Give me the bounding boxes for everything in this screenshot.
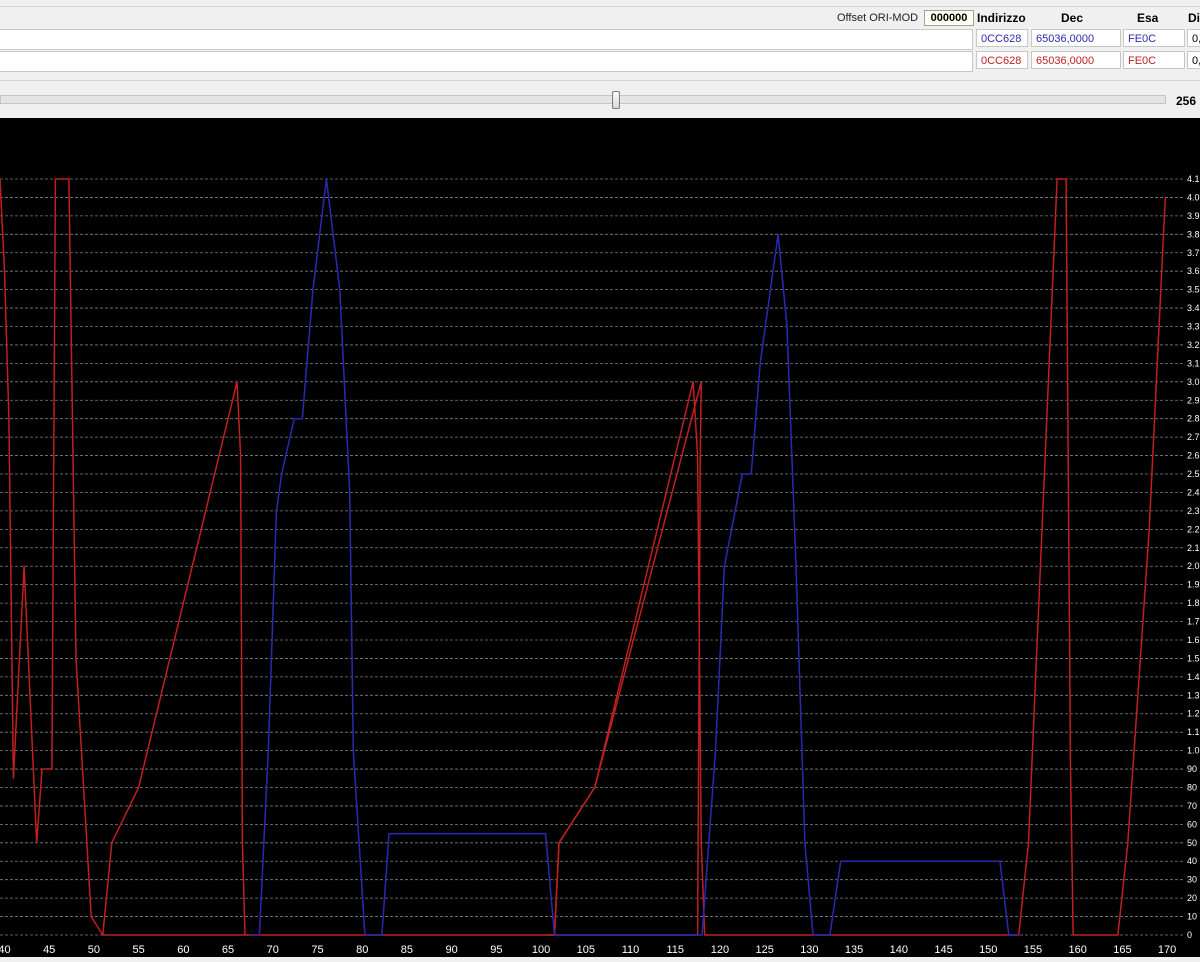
map-row-mod[interactable] [0,51,973,72]
graph-panel[interactable]: 0 10 20 30 40 50 60 70 80 90 1.0 1.1 1.2 1.3 1.4 1.5 1.6… [0,118,1200,957]
x-tick-label: 55 [132,944,144,956]
y-tick-label: 40 [1187,856,1197,866]
y-tick-label: 1.8 [1187,598,1200,608]
y-tick-label: 1.7 [1187,617,1200,627]
y-tick-label: 1.3 [1187,690,1200,700]
y-tick-label: 2.4 [1187,487,1200,497]
y-tick-label: 1.5 [1187,653,1200,663]
y-tick-label: 3.2 [1187,340,1200,350]
y-tick-label: 10 [1187,912,1197,922]
y-tick-label: 2.2 [1187,524,1200,534]
x-tick-label: 85 [401,944,413,956]
top-panel: Offset ORI-MOD 000000 Indirizzo Dec Esa … [0,0,1200,118]
x-tick-label: 80 [356,944,368,956]
y-tick-label: 3.9 [1187,211,1200,221]
y-tick-label: 2.5 [1187,469,1200,479]
y-tick-label: 70 [1187,801,1197,811]
y-tick-label: 3.1 [1187,358,1200,368]
x-tick-label: 95 [490,944,502,956]
y-tick-label: 3.3 [1187,322,1200,332]
y-tick-label: 3.8 [1187,229,1200,239]
y-tick-label: 3.0 [1187,377,1200,387]
x-tick-label: 60 [177,944,189,956]
y-tick-label: 2.7 [1187,432,1200,442]
y-tick-label: 0 [1187,930,1192,940]
zoom-slider-thumb[interactable] [612,91,620,109]
x-tick-label: 90 [446,944,458,956]
y-tick-label: 3.5 [1187,285,1200,295]
y-tick-label: 1.1 [1187,727,1200,737]
y-tick-label: 2.0 [1187,561,1200,571]
x-tick-label: 45 [43,944,55,956]
y-tick-label: 2.3 [1187,506,1200,516]
zoom-value: 256 [1176,94,1197,108]
hex-cell[interactable]: FE0C [1123,51,1185,69]
y-tick-label: 2.9 [1187,395,1200,405]
y-tick-label: 1.0 [1187,746,1200,756]
x-tick-label: 155 [1024,944,1042,956]
y-tick-label: 1.2 [1187,709,1200,719]
x-tick-label: 100 [532,944,550,956]
y-tick-label: 3.4 [1187,303,1200,313]
y-tick-label: 50 [1187,838,1197,848]
y-tick-label: 60 [1187,819,1197,829]
x-tick-label: 135 [845,944,863,956]
x-tick-label: 160 [1068,944,1086,956]
x-tick-label: 140 [890,944,908,956]
y-tick-label: 4.0 [1187,192,1200,202]
x-tick-label: 70 [267,944,279,956]
x-tick-label: 105 [577,944,595,956]
y-tick-label: 1.4 [1187,672,1200,682]
x-tick-label: 65 [222,944,234,956]
divider [0,6,1200,7]
diff-cell[interactable]: 0, [1187,51,1200,69]
diff-cell[interactable]: 0, [1187,29,1200,47]
map-row-ori[interactable] [0,29,973,50]
offset-label: Offset ORI-MOD [837,12,919,24]
y-tick-label: 30 [1187,875,1197,885]
column-header-diff: Di [1188,11,1200,25]
x-tick-label: 130 [800,944,818,956]
y-tick-label: 90 [1187,764,1197,774]
x-tick-label: 110 [622,944,640,956]
y-tick-label: 2.8 [1187,414,1200,424]
line-chart: 0 10 20 30 40 50 60 70 80 90 1.0 1.1 1.2 1.3 1.4 1.5 1.6… [0,174,1200,956]
x-tick-label: 75 [311,944,323,956]
address-cell[interactable]: 0CC628 [976,29,1028,47]
hex-cell[interactable]: FE0C [1123,29,1185,47]
x-tick-label: 170 [1158,944,1176,956]
dec-cell[interactable]: 65036,0000 [1031,51,1121,69]
y-tick-label: 3.6 [1187,266,1200,276]
column-header-address: Indirizzo [977,11,1026,25]
y-tick-label: 2.1 [1187,543,1200,553]
x-tick-label: 50 [88,944,100,956]
x-tick-label: 120 [711,944,729,956]
x-tick-label: 40 [0,944,11,956]
x-tick-label: 115 [666,944,684,956]
dec-cell[interactable]: 65036,0000 [1031,29,1121,47]
series-line-3 [250,178,1019,936]
y-tick-label: 1.9 [1187,580,1200,590]
x-tick-label: 125 [755,944,773,956]
y-tick-label: 80 [1187,782,1197,792]
x-tick-label: 145 [934,944,952,956]
column-header-hex: Esa [1137,11,1159,25]
offset-input[interactable]: 000000 [924,10,974,26]
y-tick-label: 2.6 [1187,451,1200,461]
y-tick-label: 3.7 [1187,248,1200,258]
series-line-2 [545,178,1167,936]
divider [0,80,1200,81]
x-tick-label: 150 [979,944,997,956]
y-tick-label: 20 [1187,893,1197,903]
x-tick-label: 165 [1113,944,1131,956]
column-header-dec: Dec [1061,11,1084,25]
address-cell[interactable]: 0CC628 [976,51,1028,69]
y-tick-label: 4.1 [1187,174,1200,184]
zoom-slider-track[interactable] [0,95,1166,104]
y-tick-label: 1.6 [1187,635,1200,645]
